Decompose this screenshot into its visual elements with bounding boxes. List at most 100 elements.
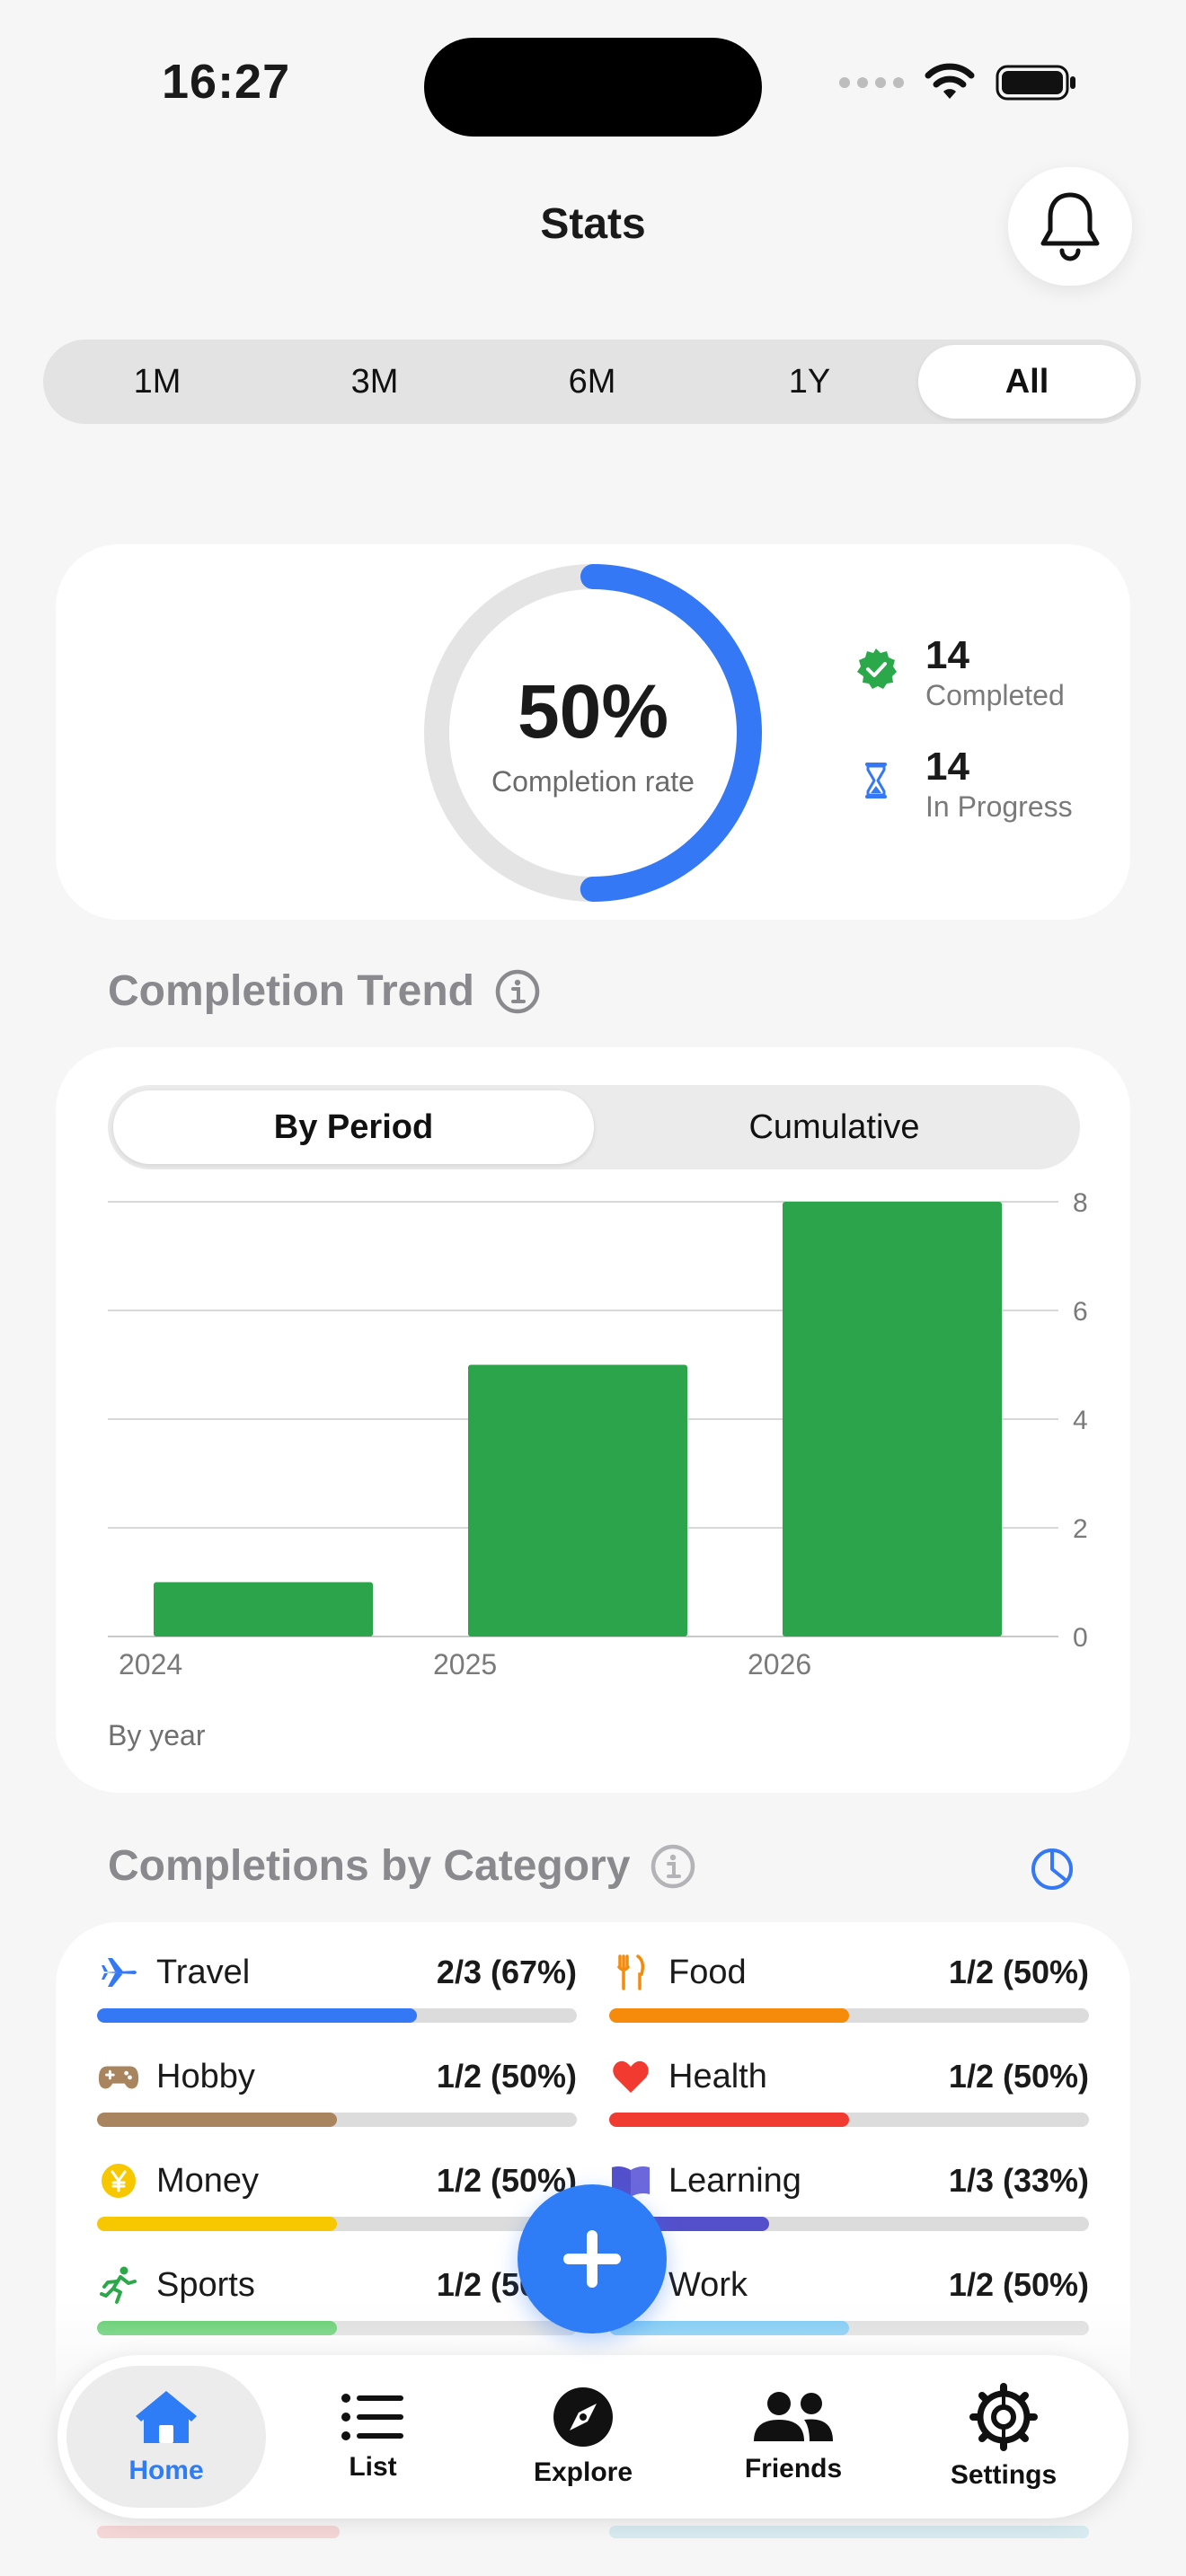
completion-rate-value: 50% bbox=[517, 669, 669, 754]
period-1y[interactable]: 1Y bbox=[701, 345, 918, 419]
in-progress-stat: 14 In Progress bbox=[854, 745, 1073, 825]
completed-stat: 14 Completed bbox=[854, 634, 1065, 713]
plus-icon bbox=[563, 2230, 621, 2288]
compass-icon bbox=[553, 2387, 613, 2447]
list-icon bbox=[341, 2394, 403, 2440]
completion-donut: 50% Completion rate bbox=[422, 562, 764, 904]
category-learning[interactable]: Learning 1/3 (33%) bbox=[609, 2159, 1089, 2249]
tab-label: Explore bbox=[533, 2457, 633, 2487]
chart-bar-2026[interactable] bbox=[783, 1202, 1002, 1636]
add-goal-button[interactable] bbox=[518, 2184, 667, 2333]
chart-bar-2024[interactable] bbox=[154, 1582, 373, 1637]
house-icon bbox=[136, 2391, 197, 2443]
category-value: 1/2 (50%) bbox=[436, 2058, 577, 2095]
status-bar: 16:27 bbox=[0, 0, 1186, 153]
status-time: 16:27 bbox=[162, 55, 291, 109]
wifi-icon bbox=[925, 63, 975, 99]
check-badge-icon bbox=[857, 648, 897, 689]
background-progress-ghost bbox=[97, 2526, 340, 2538]
tab-home[interactable]: Home bbox=[66, 2366, 266, 2508]
in-progress-count: 14 bbox=[925, 745, 969, 789]
category-progress-fill bbox=[609, 2008, 849, 2023]
tab-label: Friends bbox=[744, 2454, 843, 2483]
category-travel[interactable]: Travel 2/3 (67%) bbox=[97, 1951, 577, 2041]
period-3m[interactable]: 3M bbox=[266, 345, 483, 419]
period-1m[interactable]: 1M bbox=[49, 345, 266, 419]
category-name: Learning bbox=[668, 2162, 801, 2200]
category-food[interactable]: Food 1/2 (50%) bbox=[609, 1951, 1089, 2041]
x-tick-label: 2026 bbox=[748, 1648, 811, 1681]
category-name: Money bbox=[156, 2162, 260, 2200]
chart-footnote: By year bbox=[108, 1719, 206, 1751]
y-tick-label: 2 bbox=[1073, 1514, 1088, 1544]
category-section-header: Completions by Category bbox=[108, 1841, 696, 1891]
category-progress-fill bbox=[97, 2217, 337, 2231]
tab-explore[interactable]: Explore bbox=[483, 2366, 683, 2508]
tab-list[interactable]: List bbox=[273, 2366, 473, 2508]
category-name: Hobby bbox=[156, 2058, 255, 2095]
completed-label: Completed bbox=[925, 679, 1065, 711]
heart-icon bbox=[609, 2055, 652, 2098]
y-tick-label: 6 bbox=[1073, 1297, 1088, 1327]
completed-count: 14 bbox=[925, 633, 969, 677]
category-progress-track bbox=[97, 2008, 577, 2023]
tab-friends[interactable]: Friends bbox=[694, 2366, 893, 2508]
tab-label: List bbox=[349, 2452, 397, 2482]
y-tick-label: 8 bbox=[1073, 1188, 1088, 1218]
tab-label: Settings bbox=[950, 2460, 1058, 2490]
people-icon bbox=[754, 2392, 833, 2441]
airplane-icon bbox=[97, 1951, 140, 1994]
category-name: Travel bbox=[156, 1954, 251, 1991]
x-tick-label: 2024 bbox=[119, 1648, 182, 1681]
cellular-signal-icon bbox=[839, 77, 904, 88]
completion-rate-label: Completion rate bbox=[491, 765, 695, 798]
info-icon[interactable] bbox=[494, 968, 541, 1015]
category-value: 1/2 (50%) bbox=[948, 1954, 1089, 1990]
background-progress-ghost bbox=[609, 2526, 1089, 2538]
period-all[interactable]: All bbox=[918, 345, 1136, 419]
category-value: 1/2 (50%) bbox=[948, 2058, 1089, 2095]
period-6m[interactable]: 6M bbox=[483, 345, 701, 419]
period-selector: 1M 3M 6M 1Y All bbox=[43, 340, 1141, 424]
category-progress-track bbox=[609, 2217, 1089, 2231]
category-section-title: Completions by Category bbox=[108, 1842, 631, 1890]
yen-coin-icon bbox=[97, 2159, 140, 2202]
category-value: 2/3 (67%) bbox=[436, 1954, 577, 1990]
chart-bar-2025[interactable] bbox=[468, 1364, 687, 1637]
y-tick-label: 0 bbox=[1073, 1623, 1088, 1653]
category-progress-track bbox=[97, 2217, 577, 2231]
battery-icon bbox=[996, 65, 1075, 101]
dynamic-island bbox=[424, 38, 762, 137]
in-progress-label: In Progress bbox=[925, 790, 1073, 823]
completion-trend-chart: 0 2 4 6 8 2024 2025 2026 bbox=[108, 1188, 1088, 1681]
category-progress-fill bbox=[97, 2008, 418, 2023]
category-money[interactable]: Money 1/2 (50%) bbox=[97, 2159, 577, 2249]
notifications-button[interactable] bbox=[1008, 167, 1132, 286]
tab-label: Home bbox=[128, 2456, 204, 2485]
pie-chart-icon[interactable] bbox=[1030, 1847, 1075, 1892]
info-icon[interactable] bbox=[650, 1843, 696, 1890]
category-name: Health bbox=[668, 2058, 767, 2095]
category-value: 1/3 (33%) bbox=[948, 2162, 1089, 2199]
hourglass-icon bbox=[865, 763, 887, 798]
tab-settings[interactable]: Settings bbox=[904, 2366, 1103, 2508]
status-icons bbox=[839, 63, 1078, 102]
category-hobby[interactable]: Hobby 1/2 (50%) bbox=[97, 2055, 577, 2145]
category-progress-fill bbox=[609, 2113, 849, 2127]
stats-screen: 16:27 Stats 1M 3M 6M 1Y All 50% Completi… bbox=[0, 0, 1186, 2576]
trend-section-title: Completion Trend bbox=[108, 967, 474, 1015]
completion-summary-card: 50% Completion rate 14 Completed 14 In P… bbox=[56, 544, 1130, 920]
y-tick-label: 4 bbox=[1073, 1406, 1088, 1435]
category-progress-track bbox=[609, 2008, 1089, 2023]
gear-icon bbox=[969, 2383, 1038, 2451]
category-progress-track bbox=[609, 2113, 1089, 2127]
game-controller-icon bbox=[97, 2055, 140, 2098]
category-name: Food bbox=[668, 1954, 747, 1991]
trend-section-header: Completion Trend bbox=[108, 966, 541, 1016]
category-progress-fill bbox=[97, 2113, 337, 2127]
tab-bar: Home List Explore Friends Settings bbox=[58, 2355, 1128, 2519]
category-health[interactable]: Health 1/2 (50%) bbox=[609, 2055, 1089, 2145]
category-progress-track bbox=[97, 2113, 577, 2127]
fork-knife-icon bbox=[609, 1951, 652, 1994]
trend-card: By Period Cumulative 0 2 4 6 8 2024 2025 2026 B… bbox=[56, 1047, 1130, 1793]
